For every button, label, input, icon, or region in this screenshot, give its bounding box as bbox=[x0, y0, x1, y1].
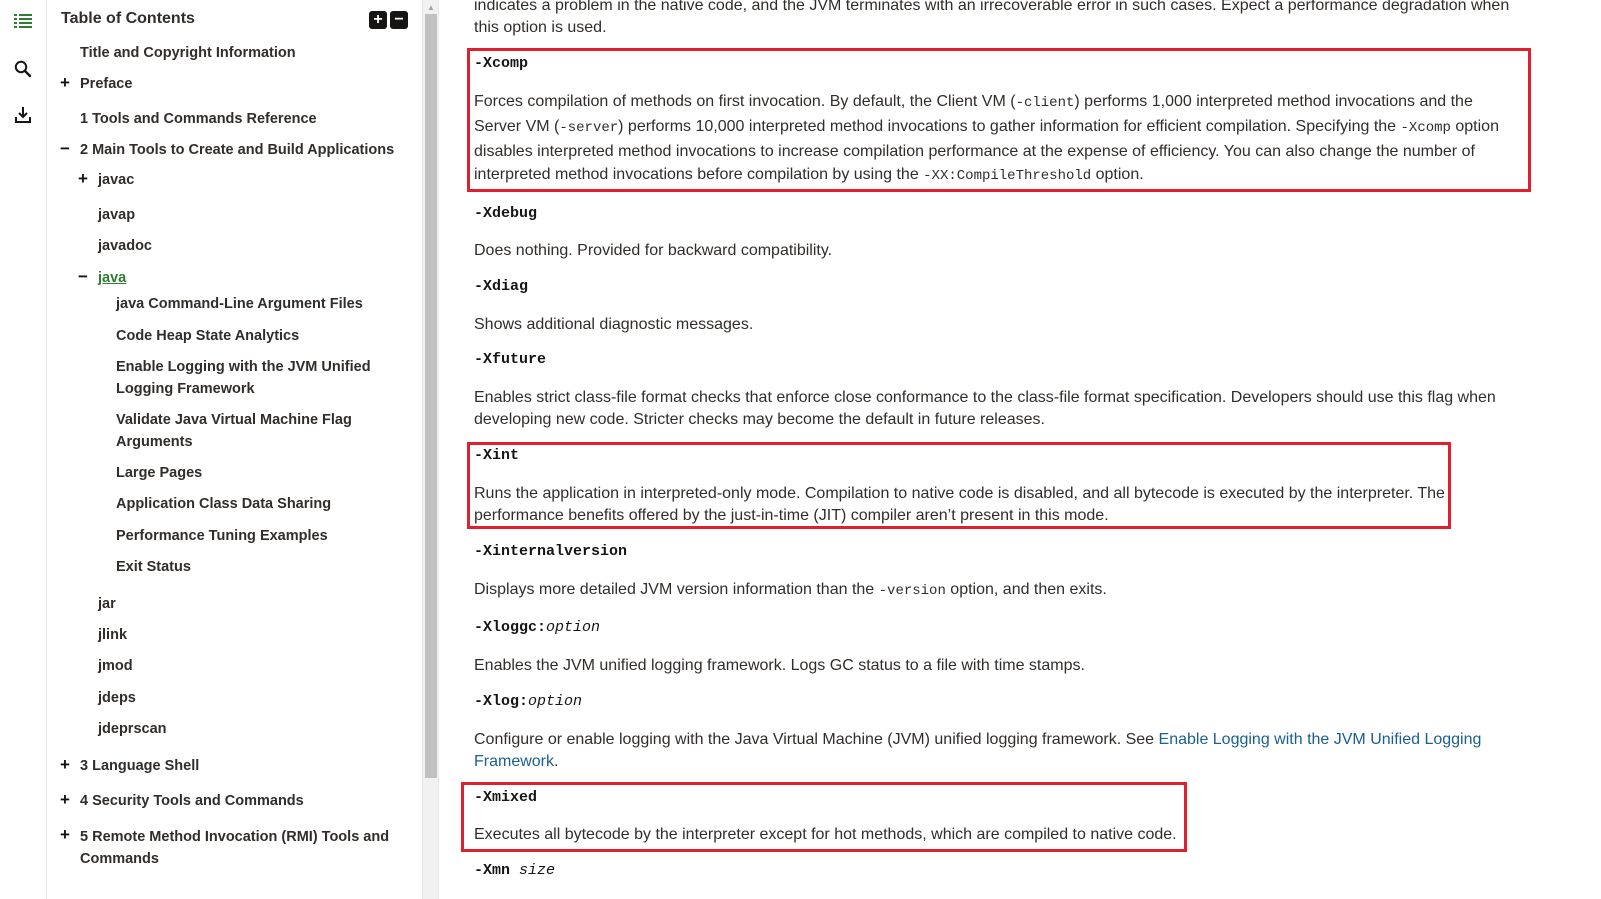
paragraph: Enables strict class-file format checks … bbox=[474, 389, 1496, 406]
paragraph: performance benefits offered by the just… bbox=[474, 507, 1109, 524]
expand-icon[interactable]: + bbox=[78, 170, 88, 188]
toc-item-large-pages[interactable]: Large Pages bbox=[116, 462, 202, 484]
toc-item-title-copyright[interactable]: Title and Copyright Information bbox=[80, 42, 296, 64]
collapse-icon[interactable]: − bbox=[78, 268, 88, 286]
option-name: -Xdiag bbox=[474, 278, 529, 295]
toc-item-validate-flags[interactable]: Validate Java Virtual Machine Flag bbox=[116, 409, 352, 431]
toc-item-perf-tuning[interactable]: Performance Tuning Examples bbox=[116, 525, 328, 547]
paragraph: indicates a problem in the native code, … bbox=[474, 0, 1510, 14]
toc-item-javadoc[interactable]: javadoc bbox=[98, 235, 152, 257]
collapse-icon[interactable]: − bbox=[60, 140, 70, 158]
toc-item-jar[interactable]: jar bbox=[98, 593, 116, 615]
toc-item-jdeps[interactable]: jdeps bbox=[98, 687, 136, 709]
option-name: -Xmn size bbox=[474, 862, 556, 879]
paragraph: Displays more detailed JVM version infor… bbox=[474, 581, 1107, 599]
option-name: -Xfuture bbox=[474, 351, 547, 368]
search-icon[interactable] bbox=[10, 56, 36, 82]
toc-scrollbar[interactable]: ▲ bbox=[422, 0, 438, 899]
collapse-all-button[interactable]: − bbox=[390, 11, 408, 29]
expand-all-button[interactable]: + bbox=[369, 11, 387, 29]
toc-item-language-shell[interactable]: 3 Language Shell bbox=[80, 755, 199, 777]
link-enable-logging-cont[interactable]: Framework bbox=[474, 753, 554, 770]
paragraph: disables interpreted method invocations … bbox=[474, 143, 1475, 160]
toc-item-security-tools[interactable]: 4 Security Tools and Commands bbox=[80, 790, 304, 812]
option-name: -Xinternalversion bbox=[474, 543, 628, 560]
paragraph: Shows additional diagnostic messages. bbox=[474, 316, 754, 333]
toc-panel: Table of Contents + − Title and Copyrigh… bbox=[47, 0, 422, 899]
toc-item-java-current[interactable]: java bbox=[98, 267, 126, 289]
option-name: -Xdebug bbox=[474, 205, 538, 222]
toc-item-jmod[interactable]: jmod bbox=[98, 655, 133, 677]
main-content: indicates a problem in the native code, … bbox=[439, 0, 1601, 899]
paragraph: Enables the JVM unified logging framewor… bbox=[474, 657, 1085, 674]
icon-rail bbox=[0, 0, 47, 899]
scroll-up-arrow-icon[interactable]: ▲ bbox=[423, 0, 439, 14]
paragraph: Server VM (-server) performs 10,000 inte… bbox=[474, 118, 1499, 136]
option-name: -Xint bbox=[474, 447, 520, 464]
scroll-thumb[interactable] bbox=[425, 14, 437, 778]
paragraph: Does nothing. Provided for backward comp… bbox=[474, 242, 833, 259]
toc-item-jlink[interactable]: jlink bbox=[98, 624, 127, 646]
paragraph: Framework. bbox=[474, 753, 559, 770]
option-name: -Xloggc:option bbox=[474, 619, 601, 636]
option-name: -Xmixed bbox=[474, 789, 538, 806]
toc-item-jdeprscan[interactable]: jdeprscan bbox=[98, 718, 167, 740]
toc-item-preface[interactable]: Preface bbox=[80, 73, 132, 95]
expand-icon[interactable]: + bbox=[60, 791, 70, 809]
expand-icon[interactable]: + bbox=[60, 756, 70, 774]
paragraph: developing new code. Stricter checks may… bbox=[474, 411, 1045, 428]
expand-icon[interactable]: + bbox=[60, 826, 70, 844]
link-enable-logging[interactable]: Enable Logging with the JVM Unified Logg… bbox=[1159, 731, 1482, 748]
download-icon[interactable] bbox=[10, 102, 36, 128]
paragraph: Forces compilation of methods on first i… bbox=[474, 93, 1473, 111]
toc-list-icon[interactable] bbox=[10, 8, 36, 34]
paragraph: this option is used. bbox=[474, 19, 607, 36]
paragraph: Configure or enable logging with the Jav… bbox=[474, 731, 1482, 748]
toc-item-exit-status[interactable]: Exit Status bbox=[116, 556, 191, 578]
expand-icon[interactable]: + bbox=[60, 74, 70, 92]
toc-title: Table of Contents bbox=[61, 10, 195, 27]
toc-item-rmi-tools-cont[interactable]: Commands bbox=[80, 848, 159, 870]
toc-item-validate-flags-cont[interactable]: Arguments bbox=[116, 431, 193, 453]
toc-item-tools-reference[interactable]: 1 Tools and Commands Reference bbox=[80, 108, 317, 130]
paragraph: Runs the application in interpreted-only… bbox=[474, 485, 1445, 502]
toc-item-java-argument-files[interactable]: java Command-Line Argument Files bbox=[116, 293, 363, 315]
option-name: -Xcomp bbox=[474, 55, 529, 72]
paragraph: interpreted method invocations before co… bbox=[474, 166, 1144, 184]
toc-item-enable-logging-cont[interactable]: Logging Framework bbox=[116, 378, 255, 400]
option-name: -Xlog:option bbox=[474, 693, 583, 710]
toc-item-code-heap[interactable]: Code Heap State Analytics bbox=[116, 325, 299, 347]
toc-item-enable-logging[interactable]: Enable Logging with the JVM Unified bbox=[116, 356, 371, 378]
toc-item-rmi-tools[interactable]: 5 Remote Method Invocation (RMI) Tools a… bbox=[80, 826, 389, 848]
toc-item-main-tools[interactable]: 2 Main Tools to Create and Build Applica… bbox=[80, 139, 394, 161]
toc-item-javac[interactable]: javac bbox=[98, 169, 134, 191]
paragraph: Executes all bytecode by the interpreter… bbox=[474, 826, 1177, 843]
toc-item-app-cds[interactable]: Application Class Data Sharing bbox=[116, 493, 331, 515]
toc-item-javap[interactable]: javap bbox=[98, 204, 135, 226]
